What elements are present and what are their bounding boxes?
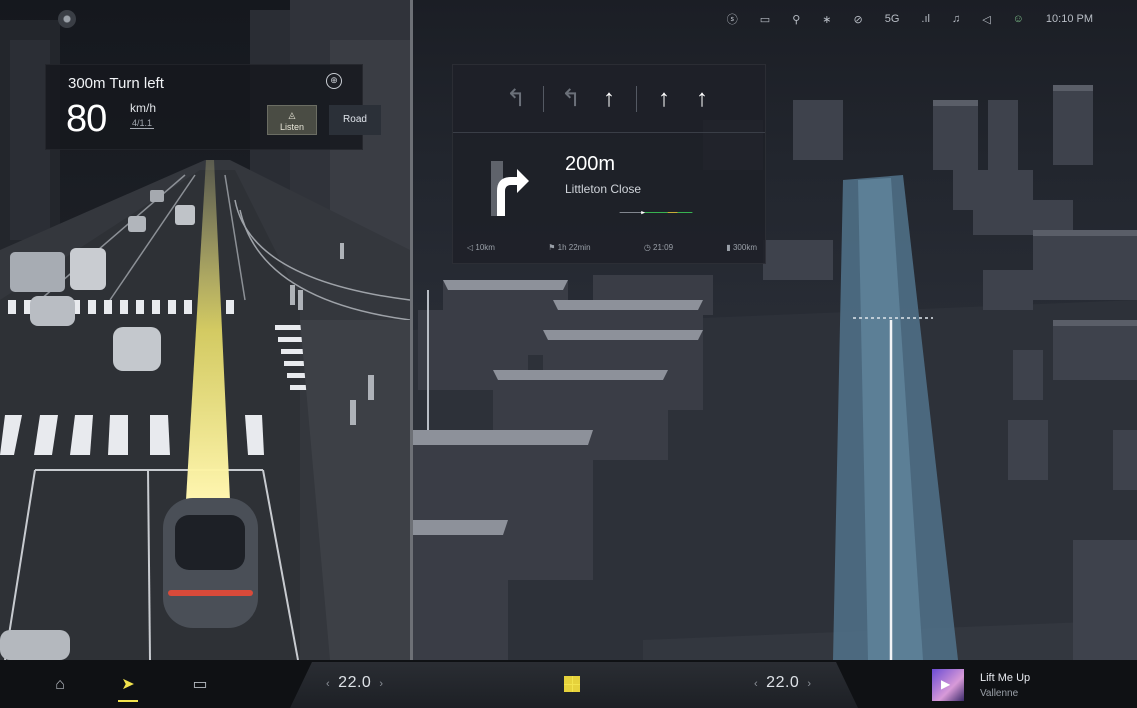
clock: 10:10 PM [1045,13,1093,25]
wifi-off-icon[interactable]: ⊘ [853,13,862,26]
speed-unit: km/h [130,101,157,115]
turn-instruction-card: 300m Turn left ⊕ 80 km/h 4/1.1 ◬ Listen … [45,64,381,150]
camera-record-icon[interactable] [58,10,76,28]
album-art[interactable] [932,669,964,701]
user-icon[interactable]: ☺ [1013,13,1024,25]
current-speed: 80 [66,98,107,140]
navigation-icon[interactable]: ➤ [116,674,140,702]
temp-up-icon[interactable]: › [807,678,811,690]
navigation-card: ↰ ↰ ↑ ↑ ↑ 200m Littleton Close ◁ 10km ⚑ … [452,64,766,264]
street-name: Littleton Close [565,182,642,196]
route-progress-bar [619,211,693,215]
remaining-time: ⚑ 1h 22min [548,243,591,252]
turn-right-arrow-icon [491,161,529,216]
lane-arrow: ↑ [696,84,708,112]
steering-icon[interactable]: ⓢ [727,11,738,27]
temp-down-icon[interactable]: ‹ [754,678,758,690]
left-temperature[interactable]: ‹ 22.0 › [318,674,391,692]
turn-instruction: 300m Turn left [68,75,164,92]
ego-car-icon [163,498,258,628]
camera-icon[interactable]: ▭ [760,13,770,26]
lane-guidance: ↰ ↰ ↑ ↑ ↑ [453,65,765,133]
right-temperature[interactable]: ‹ 22.0 › [746,674,819,692]
lane-arrow: ↰ [505,84,527,112]
road-button[interactable]: Road [329,105,381,135]
lane-arrow: ↰ [560,84,582,112]
app-grid-icon[interactable] [564,676,580,692]
vehicle-seat-icon[interactable]: ⌂ [48,674,72,696]
volume-icon[interactable]: ◁ [982,13,990,26]
bell-icon[interactable]: ♫ [952,13,960,25]
track-title[interactable]: Lift Me Up [980,672,1030,684]
lane-arrow: ↑ [658,84,670,112]
battery-range: ▮ 300km [726,243,757,252]
listen-button[interactable]: ◬ Listen [267,105,317,135]
lane-arrow: ↑ [603,84,615,112]
bottom-dock: ⌂ ➤ ▭ ‹22.0› ‹22.0› Lift Me Up Vallenne [0,660,1137,708]
listen-icon: ◬ [288,110,296,120]
lane-separator [636,85,637,112]
bluetooth-icon[interactable]: ∗ [822,13,831,26]
temp-up-icon[interactable]: › [379,678,383,690]
signal-icon: .ıl [921,13,930,25]
remaining-distance: ◁ 10km [467,243,495,252]
status-bar: ⓢ ▭ ⚲ ∗ ⊘ 5G .ıl ♫ ◁ ☺ 10:10 PM [597,0,1137,38]
listen-label: Listen [279,122,305,132]
next-maneuver: 200m Littleton Close [453,135,765,230]
maneuver-distance: 200m [565,153,616,175]
compass-icon[interactable]: ⊕ [326,73,342,89]
adas-view: 300m Turn left ⊕ 80 km/h 4/1.1 ◬ Listen … [0,0,410,660]
track-artist: Vallenne [980,688,1019,699]
location-icon[interactable]: ⚲ [792,13,800,26]
network-label: 5G [884,13,900,25]
car-status-icon[interactable]: ▭ [188,674,212,696]
speed-limit: 4/1.1 [130,118,155,129]
lane-separator [543,85,544,112]
arrival-time: ◷ 21:09 [643,243,674,252]
temp-down-icon[interactable]: ‹ [326,678,330,690]
trip-summary: ◁ 10km ⚑ 1h 22min ◷ 21:09 ▮ 300km [467,243,757,252]
